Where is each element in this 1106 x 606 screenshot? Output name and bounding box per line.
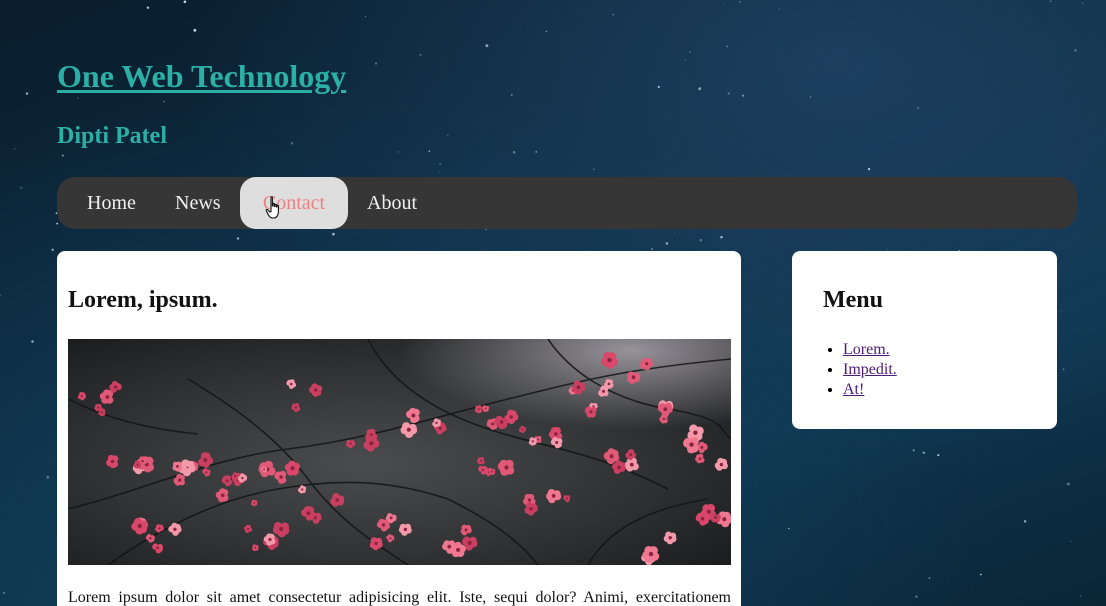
- sidebar-menu-card: Menu Lorem. Impedit. At!: [792, 251, 1057, 429]
- sidebar-link-lorem[interactable]: Lorem.: [843, 341, 890, 358]
- sidebar-link-list: Lorem. Impedit. At!: [823, 340, 897, 400]
- main-article-card: Lorem, ipsum. Lorem ipsum dolor sit amet…: [57, 251, 741, 606]
- author-name: Dipti Patel: [57, 123, 167, 149]
- nav-item-about[interactable]: About: [367, 177, 417, 229]
- list-item: At!: [843, 380, 897, 400]
- hand-pointer-icon: [265, 196, 279, 219]
- nav-item-contact[interactable]: Contact: [240, 177, 348, 229]
- sidebar-link-at[interactable]: At!: [843, 381, 864, 398]
- nav-item-home[interactable]: Home: [87, 177, 136, 229]
- site-title[interactable]: One Web Technology: [57, 58, 346, 95]
- main-navbar: Home News Contact About: [57, 177, 1077, 229]
- blossom-photo: [68, 339, 731, 565]
- sidebar-heading: Menu: [823, 287, 883, 313]
- sidebar-link-impedit[interactable]: Impedit.: [843, 361, 897, 378]
- list-item: Impedit.: [843, 360, 897, 380]
- article-paragraph: Lorem ipsum dolor sit amet consectetur a…: [68, 589, 731, 606]
- nav-item-news[interactable]: News: [175, 177, 221, 229]
- article-heading: Lorem, ipsum.: [68, 287, 218, 313]
- list-item: Lorem.: [843, 340, 897, 360]
